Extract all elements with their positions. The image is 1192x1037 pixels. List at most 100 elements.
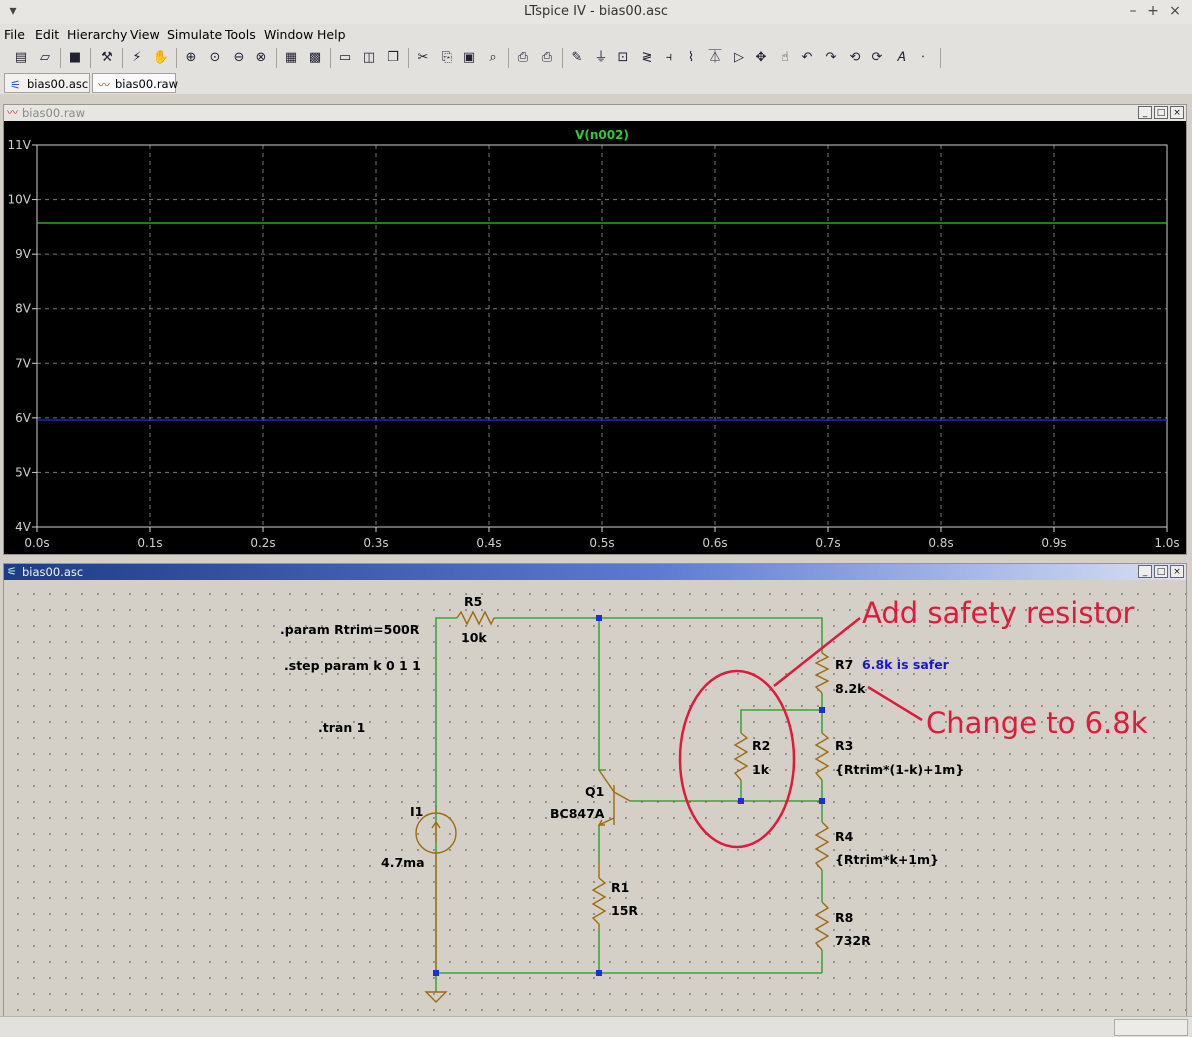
- wire: [494, 617, 823, 653]
- capacitor-icon[interactable]: ⫞: [660, 49, 678, 67]
- control-panel-icon[interactable]: ⚒: [98, 49, 116, 67]
- open-icon[interactable]: ▱: [36, 49, 54, 67]
- r5-name[interactable]: R5: [464, 594, 482, 609]
- schematic-window: ⚟ bias00.asc _ □ × .param Rtrim=500R .st…: [3, 563, 1187, 1018]
- resistor-icon[interactable]: ≷: [638, 49, 656, 67]
- schematic-canvas[interactable]: .param Rtrim=500R .step param k 0 1 1 .t…: [4, 580, 1186, 1017]
- plot-pane[interactable]: 0.0s 0.1s 0.2s 0.3s 0.4s 0.5s 0.6s 0.7s 0.8s 0.9s…: [4, 121, 1186, 554]
- ground-icon[interactable]: ⏚: [592, 49, 610, 67]
- close-icon[interactable]: ×: [1170, 565, 1184, 578]
- x-tick-label: 0.1s: [137, 536, 162, 550]
- find-icon[interactable]: ⌕: [484, 49, 502, 67]
- r4-value[interactable]: {Rtrim*k+1m}: [835, 852, 939, 867]
- drag-icon[interactable]: ☝: [776, 49, 794, 67]
- grid-icon[interactable]: ▩: [306, 49, 324, 67]
- halt-icon[interactable]: ✋: [152, 49, 170, 67]
- zoom-in-icon[interactable]: ⊕: [182, 49, 200, 67]
- waveform-plot[interactable]: 0.0s 0.1s 0.2s 0.3s 0.4s 0.5s 0.6s 0.7s 0.8s 0.9s…: [4, 121, 1184, 552]
- menu-window[interactable]: Window: [264, 27, 313, 42]
- undo-icon[interactable]: ↶: [798, 49, 816, 67]
- ground-symbol: [424, 991, 448, 1003]
- rotate-icon[interactable]: ⟲: [846, 49, 864, 67]
- paste-icon[interactable]: ▣: [460, 49, 478, 67]
- q1-value[interactable]: BC847A: [550, 806, 604, 821]
- tab-schematic[interactable]: ⚟ bias00.asc: [4, 73, 90, 93]
- r1-value[interactable]: 15R: [611, 903, 638, 918]
- r3-value[interactable]: {Rtrim*(1-k)+1m}: [835, 762, 964, 777]
- node: [738, 798, 744, 804]
- r1-name[interactable]: R1: [611, 880, 629, 895]
- text-icon[interactable]: 𝐴: [892, 49, 910, 67]
- copy-icon[interactable]: ⎘: [438, 49, 456, 67]
- r5-value[interactable]: 10k: [461, 630, 487, 645]
- menu-edit[interactable]: Edit: [35, 27, 59, 42]
- move-icon[interactable]: ✥: [752, 49, 770, 67]
- run-icon[interactable]: ⚡: [128, 49, 146, 67]
- mirror-icon[interactable]: ⟳: [868, 49, 886, 67]
- tile-horizontal-icon[interactable]: ▭: [336, 49, 354, 67]
- i1-value[interactable]: 4.7ma: [381, 855, 425, 870]
- i1-name[interactable]: I1: [410, 804, 423, 819]
- minimize-icon[interactable]: –: [1124, 2, 1142, 20]
- x-tick-label: 0.4s: [476, 536, 501, 550]
- r2-resistor-symbol: [733, 732, 749, 781]
- diode-icon[interactable]: ⏄: [706, 49, 724, 67]
- x-tick-label: 0.6s: [702, 536, 727, 550]
- waveform-icon: 〰: [98, 78, 111, 92]
- r3-resistor-symbol: [814, 732, 830, 781]
- zoom-fit-icon[interactable]: ⊗: [252, 49, 270, 67]
- wire: [740, 693, 823, 733]
- minimize-icon[interactable]: _: [1138, 565, 1152, 578]
- minimize-icon[interactable]: _: [1138, 106, 1152, 119]
- r8-resistor-symbol: [814, 901, 830, 951]
- menu-help[interactable]: Help: [317, 27, 346, 42]
- toolbar-separator: [122, 48, 123, 68]
- component-icon[interactable]: ▷: [730, 49, 748, 67]
- y-tick-label: 7V: [15, 356, 32, 370]
- tile-vertical-icon[interactable]: ◫: [360, 49, 378, 67]
- tab-schematic-label: bias00.asc: [27, 77, 89, 91]
- autorange-icon[interactable]: ▦: [282, 49, 300, 67]
- cascade-icon[interactable]: ❐: [384, 49, 402, 67]
- zoom-out-icon[interactable]: ⊖: [230, 49, 248, 67]
- draw-wire-icon[interactable]: ✎: [568, 49, 586, 67]
- tab-waveform[interactable]: 〰 bias00.raw: [92, 73, 178, 93]
- r4-name[interactable]: R4: [835, 829, 853, 844]
- close-icon[interactable]: ×: [1166, 2, 1184, 20]
- menu-view[interactable]: View: [130, 27, 160, 42]
- save-icon[interactable]: ■: [66, 49, 84, 67]
- spice-directive-icon[interactable]: ⋅: [914, 49, 932, 67]
- inductor-icon[interactable]: ⌇: [682, 49, 700, 67]
- r2-name[interactable]: R2: [752, 738, 770, 753]
- pan-icon[interactable]: ⊙: [206, 49, 224, 67]
- toolbar-separator: [408, 48, 409, 68]
- directive-tran[interactable]: .tran 1: [318, 720, 365, 735]
- close-icon[interactable]: ×: [1170, 106, 1184, 119]
- menu-hierarchy[interactable]: Hierarchy: [67, 27, 127, 42]
- maximize-icon[interactable]: +: [1144, 2, 1162, 20]
- directive-step[interactable]: .step param k 0 1 1: [284, 658, 421, 673]
- cut-icon[interactable]: ✂: [414, 49, 432, 67]
- x-tick-label: 0.0s: [24, 536, 49, 550]
- label-net-icon[interactable]: ⊡: [614, 49, 632, 67]
- r3-name[interactable]: R3: [835, 738, 853, 753]
- menu-file[interactable]: File: [4, 27, 25, 42]
- r8-name[interactable]: R8: [835, 910, 853, 925]
- print-icon[interactable]: ⎙: [538, 49, 556, 67]
- directive-param[interactable]: .param Rtrim=500R: [280, 622, 419, 637]
- waveform-window-icon: 〰: [7, 106, 18, 119]
- restore-icon[interactable]: □: [1154, 106, 1168, 119]
- restore-icon[interactable]: □: [1154, 565, 1168, 578]
- menu-simulate[interactable]: Simulate: [167, 27, 222, 42]
- print-setup-icon[interactable]: ⎙: [514, 49, 532, 67]
- r7-name[interactable]: R7: [835, 657, 853, 672]
- r8-value[interactable]: 732R: [835, 933, 871, 948]
- r7-note[interactable]: 6.8k is safer: [862, 657, 949, 672]
- q1-name[interactable]: Q1: [585, 784, 604, 799]
- r2-value[interactable]: 1k: [752, 762, 769, 777]
- status-bar: [0, 1016, 1192, 1037]
- r7-value[interactable]: 8.2k: [835, 681, 865, 696]
- new-schematic-icon[interactable]: ▤: [12, 49, 30, 67]
- redo-icon[interactable]: ↷: [822, 49, 840, 67]
- menu-tools[interactable]: Tools: [225, 27, 256, 42]
